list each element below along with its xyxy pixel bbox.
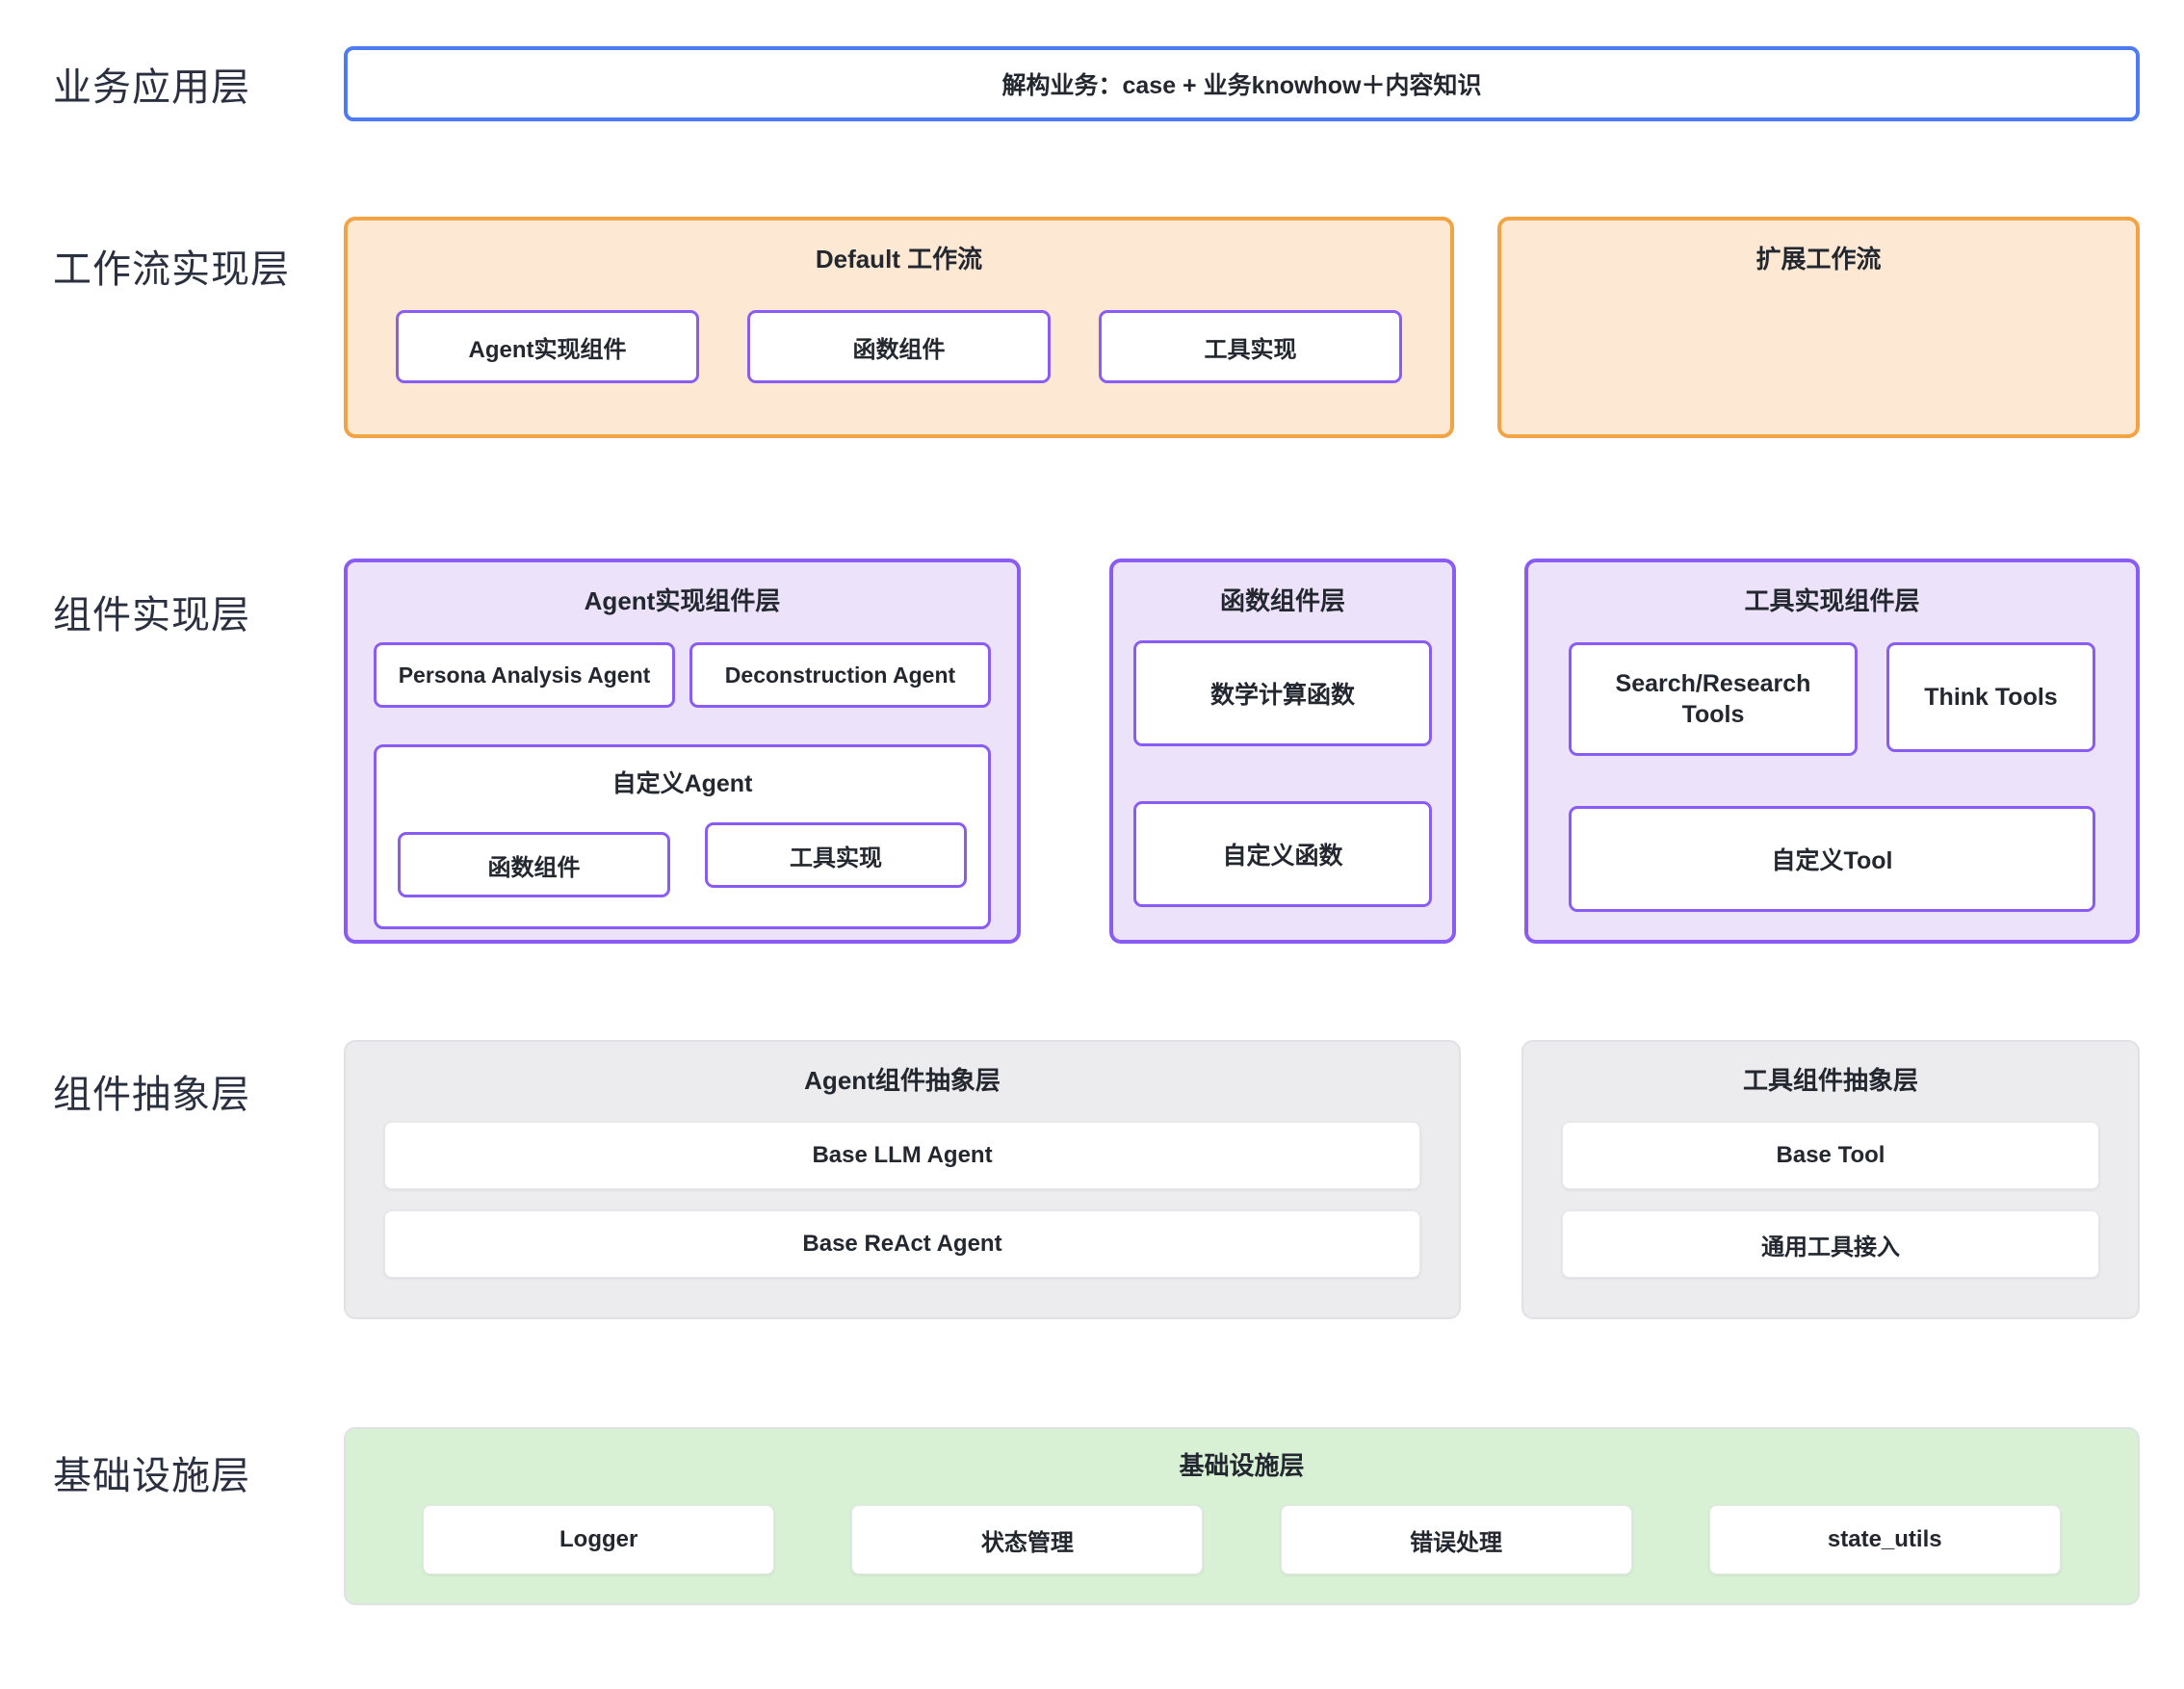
agent-impl-panel: Agent实现组件层 Persona Analysis Agent Decons… xyxy=(344,559,1021,944)
extended-workflow-panel: 扩展工作流 xyxy=(1497,217,2140,438)
math-function-box: 数学计算函数 xyxy=(1133,640,1432,746)
infrastructure-title: 基础设施层 xyxy=(346,1429,2138,1482)
layer-label-business: 业务应用层 xyxy=(0,46,344,121)
extended-workflow-title: 扩展工作流 xyxy=(1501,221,2136,275)
agent-abstraction-title: Agent组件抽象层 xyxy=(384,1042,1420,1097)
default-workflow-items: Agent实现组件 函数组件 工具实现 xyxy=(348,310,1450,383)
business-layer-row: 业务应用层 解构业务：case + 业务knowhow＋内容知识 xyxy=(0,46,2184,121)
function-component-title: 函数组件层 xyxy=(1133,562,1432,617)
base-llm-agent-box: Base LLM Agent xyxy=(384,1122,1420,1189)
base-tool-box: Base Tool xyxy=(1562,1122,2099,1189)
custom-tool-box: 自定义Tool xyxy=(1569,806,2095,912)
persona-analysis-agent-box: Persona Analysis Agent xyxy=(374,642,675,708)
base-react-agent-box: Base ReAct Agent xyxy=(384,1210,1420,1278)
state-utils-box: state_utils xyxy=(1709,1505,2061,1574)
function-component-panel: 函数组件层 数学计算函数 自定义函数 xyxy=(1109,559,1456,944)
infrastructure-layer-row: 基础设施层 基础设施层 Logger 状态管理 错误处理 state_utils xyxy=(0,1427,2184,1605)
custom-agent-function-box: 函数组件 xyxy=(398,832,670,897)
component-layer-row: 组件实现层 Agent实现组件层 Persona Analysis Agent … xyxy=(0,559,2184,944)
deconstruction-agent-box: Deconstruction Agent xyxy=(689,642,991,708)
workflow-item-function: 函数组件 xyxy=(747,310,1051,383)
think-tools-box: Think Tools xyxy=(1886,642,2095,752)
workflow-item-agent-impl: Agent实现组件 xyxy=(396,310,699,383)
default-workflow-panel: Default 工作流 Agent实现组件 函数组件 工具实现 xyxy=(344,217,1454,438)
custom-function-box: 自定义函数 xyxy=(1133,801,1432,907)
layer-label-workflow: 工作流实现层 xyxy=(0,217,344,438)
agent-abstraction-panel: Agent组件抽象层 Base LLM Agent Base ReAct Age… xyxy=(344,1040,1461,1319)
agent-impl-agents-row: Persona Analysis Agent Deconstruction Ag… xyxy=(374,642,991,708)
tool-impl-top-row: Search/Research Tools Think Tools xyxy=(1569,642,2095,756)
layer-label-infrastructure: 基础设施层 xyxy=(0,1427,344,1605)
business-box: 解构业务：case + 业务knowhow＋内容知识 xyxy=(344,46,2140,121)
infrastructure-items: Logger 状态管理 错误处理 state_utils xyxy=(346,1505,2138,1574)
workflow-layer-row: 工作流实现层 Default 工作流 Agent实现组件 函数组件 工具实现 扩… xyxy=(0,217,2184,438)
tool-impl-panel: 工具实现组件层 Search/Research Tools Think Tool… xyxy=(1524,559,2140,944)
custom-agent-title: 自定义Agent xyxy=(398,747,967,799)
workflow-item-tool: 工具实现 xyxy=(1099,310,1402,383)
tool-impl-title: 工具实现组件层 xyxy=(1569,562,2095,617)
layer-label-components: 组件实现层 xyxy=(0,559,344,944)
agent-impl-title: Agent实现组件层 xyxy=(374,562,991,617)
tool-abstraction-panel: 工具组件抽象层 Base Tool 通用工具接入 xyxy=(1521,1040,2140,1319)
custom-agent-tool-box: 工具实现 xyxy=(705,822,967,888)
default-workflow-title: Default 工作流 xyxy=(348,221,1450,275)
logger-box: Logger xyxy=(423,1505,774,1574)
generic-tool-access-box: 通用工具接入 xyxy=(1562,1210,2099,1278)
tool-abstraction-title: 工具组件抽象层 xyxy=(1562,1042,2099,1097)
search-research-tools-box: Search/Research Tools xyxy=(1569,642,1858,756)
infrastructure-panel: 基础设施层 Logger 状态管理 错误处理 state_utils xyxy=(344,1427,2140,1605)
layer-label-abstraction: 组件抽象层 xyxy=(0,1040,344,1319)
state-management-box: 状态管理 xyxy=(851,1505,1203,1574)
custom-agent-box: 自定义Agent 函数组件 工具实现 xyxy=(374,744,991,929)
abstraction-layer-row: 组件抽象层 Agent组件抽象层 Base LLM Agent Base ReA… xyxy=(0,1040,2184,1319)
custom-agent-items: 函数组件 工具实现 xyxy=(398,822,967,897)
error-handling-box: 错误处理 xyxy=(1281,1505,1632,1574)
